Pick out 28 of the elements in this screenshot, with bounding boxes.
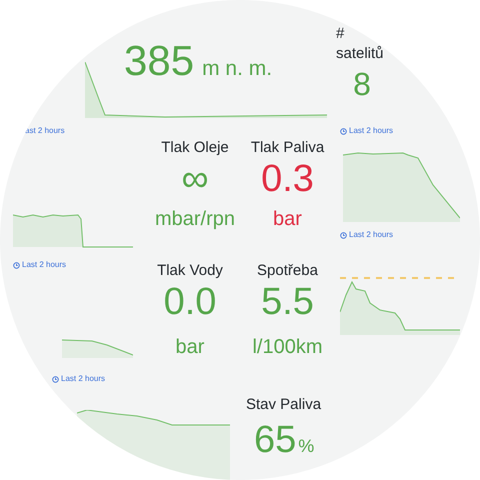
clock-icon [340,232,347,238]
time-range-label: Last 2 hours [52,374,106,384]
clock-icon [52,376,59,382]
time-range-label: Last 2 hours [340,126,394,136]
stat-unit: bar [273,207,302,231]
altitude-value: 385 [124,40,194,82]
time-range-label: Last 2 hours [13,260,66,270]
stat-unit: l/100km [252,335,323,359]
panel-title: Tlak Vody [157,262,223,280]
stat-value: 0.0 [164,280,216,324]
clock-icon [340,128,347,134]
stat-value: ∞ [181,157,209,201]
panel-title: satelitů [336,44,384,64]
stat-value: 5.5 [261,280,314,324]
clock-icon [13,262,20,268]
satellite-count: 8 [352,66,372,102]
stat-value: 0.3 [261,157,314,201]
stat-unit: % [298,436,314,457]
panel-title: Tlak Paliva [250,139,324,157]
altitude-unit: m n. m. [202,57,272,81]
panel-title: Tlak Oleje [161,139,229,157]
time-range-label: Last 2 hours [340,230,394,240]
stat-unit: mbar/rpn [154,207,236,231]
stat-unit: bar [176,335,204,359]
panel-title: Stav Paliva [246,396,322,414]
stat-value: 65 [254,420,296,460]
panel-title: Spotřeba [257,262,318,280]
panel-title: # [336,24,344,44]
